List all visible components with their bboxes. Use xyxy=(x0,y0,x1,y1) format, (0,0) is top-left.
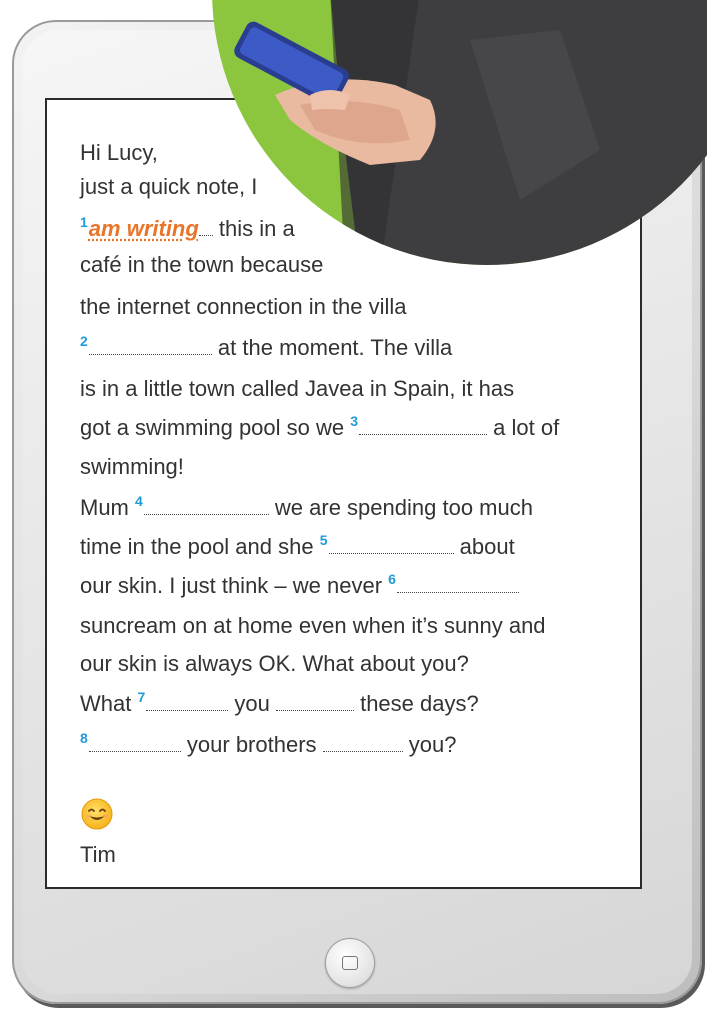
letter-line: Mum 4 we are spending too much xyxy=(80,493,533,520)
home-square-icon xyxy=(342,956,358,970)
letter-line: the internet connection in the villa xyxy=(80,294,407,319)
item-number: 3 xyxy=(350,413,359,429)
item-number: 6 xyxy=(388,571,396,587)
item-number: 8 xyxy=(80,730,88,746)
smiley-emoji-icon xyxy=(81,798,113,830)
example-answer: am writing xyxy=(88,216,199,241)
letter-line: our skin is always OK. What about you? xyxy=(80,651,469,676)
letter-line: What 7 you these days? xyxy=(80,689,479,716)
signature: Tim xyxy=(80,842,116,867)
greeting: Hi Lucy, xyxy=(80,140,158,165)
letter-line: 8 your brothers you? xyxy=(80,730,457,757)
answer-blank[interactable] xyxy=(328,533,454,554)
letter-line: suncream on at home even when it’s sunny… xyxy=(80,613,546,638)
answer-blank[interactable] xyxy=(143,494,269,515)
item-number: 7 xyxy=(137,689,146,705)
home-button[interactable] xyxy=(325,938,375,988)
answer-blank[interactable] xyxy=(146,690,229,711)
item-number: 4 xyxy=(135,493,143,509)
letter-line: swimming! xyxy=(80,454,184,479)
answer-blank[interactable] xyxy=(88,731,181,752)
answer-blank[interactable] xyxy=(88,334,212,355)
answer-blank[interactable] xyxy=(275,690,354,711)
item-number: 5 xyxy=(319,532,328,548)
item-number: 2 xyxy=(80,333,88,349)
answer-blank[interactable] xyxy=(396,572,519,593)
item-number: 1 xyxy=(80,214,88,230)
letter-line: our skin. I just think – we never 6 xyxy=(80,571,519,601)
letter-line: got a swimming pool so we 3 a lot of xyxy=(80,413,560,440)
letter-line: 1am writing this in a xyxy=(80,214,295,241)
letter-line: 2 at the moment. The villa xyxy=(80,333,453,360)
answer-blank[interactable] xyxy=(322,731,403,752)
answer-blank[interactable] xyxy=(198,215,213,236)
letter-line: café in the town because xyxy=(80,252,324,277)
letter-line: just a quick note, I xyxy=(80,174,258,199)
letter-line: is in a little town called Javea in Spai… xyxy=(80,376,515,401)
answer-blank[interactable] xyxy=(359,414,488,435)
letter-line: time in the pool and she 5 about xyxy=(80,532,515,559)
camera-dot xyxy=(354,58,363,67)
